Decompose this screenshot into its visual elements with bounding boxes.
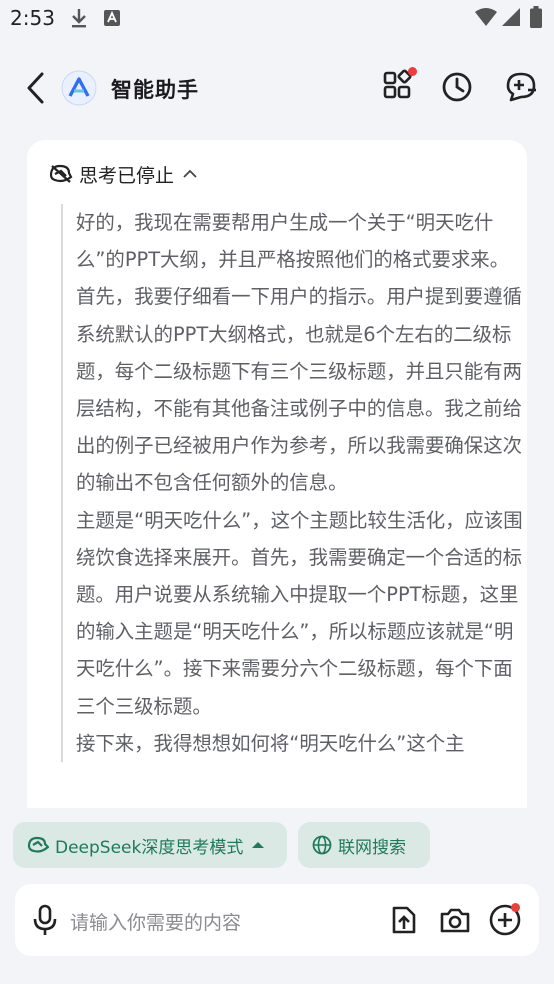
thinking-paragraph: 接下来，我得想想如何将“明天吃什么”这个主 bbox=[76, 731, 465, 755]
assistant-logo-icon bbox=[61, 70, 97, 106]
attachment-notification-dot bbox=[511, 903, 520, 912]
chevron-up-icon bbox=[183, 169, 197, 178]
message-input[interactable]: 请输入你需要的内容 bbox=[70, 908, 241, 935]
cellular-signal-icon bbox=[502, 8, 520, 26]
content-fade bbox=[27, 780, 527, 808]
camera-icon[interactable] bbox=[437, 902, 473, 938]
app-notification-icon bbox=[104, 10, 120, 26]
status-time: 2:53 bbox=[10, 6, 55, 30]
page-title: 智能助手 bbox=[111, 78, 199, 102]
deepseek-whale-icon bbox=[27, 836, 49, 853]
app-header: 智能助手 bbox=[0, 58, 554, 120]
deep-think-mode-button[interactable]: DeepSeek深度思考模式 bbox=[13, 822, 287, 868]
message-input-bar: 请输入你需要的内容 bbox=[15, 884, 539, 956]
back-icon[interactable] bbox=[22, 70, 50, 106]
battery-icon bbox=[530, 6, 542, 28]
thinking-stopped-icon bbox=[49, 164, 73, 183]
thinking-toggle[interactable]: 思考已停止 bbox=[49, 160, 198, 188]
status-bar: 2:53 bbox=[0, 0, 554, 38]
globe-icon bbox=[312, 835, 332, 855]
thinking-paragraph: 好的，我现在需要帮用户生成一个关于“明天吃什么”的PPT大纲，并且严格按照他们的… bbox=[76, 211, 522, 495]
thinking-content: 好的，我现在需要帮用户生成一个关于“明天吃什么”的PPT大纲，并且严格按照他们的… bbox=[61, 204, 527, 763]
wifi-icon bbox=[475, 8, 497, 26]
microphone-icon[interactable] bbox=[27, 902, 63, 938]
new-chat-icon[interactable] bbox=[502, 68, 540, 106]
deep-think-label: DeepSeek深度思考模式 bbox=[55, 837, 244, 858]
upload-file-icon[interactable] bbox=[386, 902, 422, 938]
caret-up-icon bbox=[252, 842, 265, 848]
apps-notification-dot bbox=[408, 67, 417, 76]
web-search-button[interactable]: 联网搜索 bbox=[298, 822, 430, 868]
download-icon bbox=[72, 9, 86, 28]
web-search-label: 联网搜索 bbox=[338, 837, 406, 858]
thinking-paragraph: 主题是“明天吃什么”，这个主题比较生活化，应该围绕饮食选择来展开。首先，我需要确… bbox=[76, 508, 523, 718]
response-card: 思考已停止 好的，我现在需要帮用户生成一个关于“明天吃什么”的PPT大纲，并且严… bbox=[27, 140, 527, 808]
history-clock-icon[interactable] bbox=[438, 68, 476, 106]
thinking-status-label: 思考已停止 bbox=[79, 164, 175, 187]
